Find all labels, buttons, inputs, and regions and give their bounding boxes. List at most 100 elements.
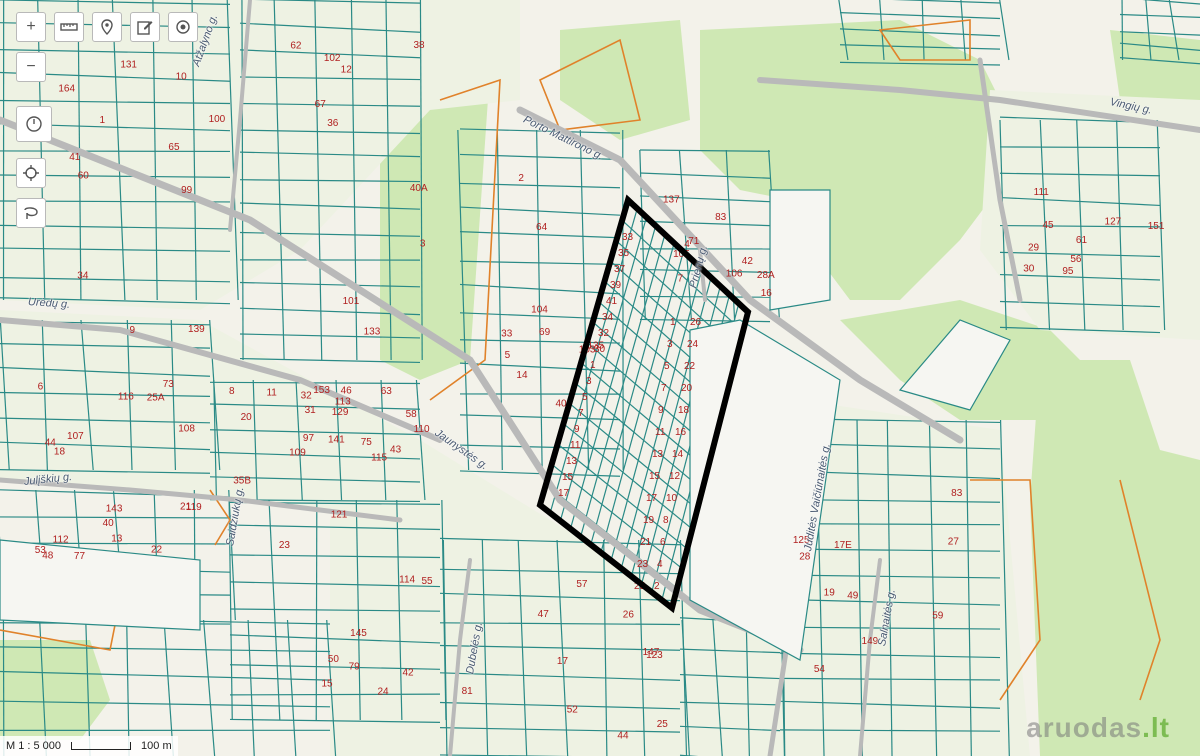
parcel-number-45: 49 — [847, 591, 859, 602]
parcel-number-67: 24 — [377, 686, 389, 697]
parcel-number-80: 57 — [576, 579, 588, 590]
parcel-number-inner-left-3: 39 — [610, 280, 622, 291]
scale-ratio: M 1 : 5 000 — [6, 740, 62, 752]
parcel-number-55: 42 — [402, 667, 414, 678]
map-pin-icon — [101, 19, 113, 35]
parcel-number-58: 111 — [1034, 187, 1050, 198]
parcel-number-inner-right-11: 4 — [657, 559, 663, 570]
parcel-number-52: 25A — [147, 392, 165, 403]
parcel-number-86: 69 — [539, 327, 551, 338]
parcel-number-inner-right-24: 23 — [637, 559, 649, 570]
parcel-number-34: 151 — [1148, 221, 1165, 232]
parcel-number-109: 3 — [420, 239, 426, 250]
parcel-number-32: 147 — [643, 647, 660, 658]
parcel-number-inner-left-4: 41 — [606, 296, 618, 307]
parcel-number-inner-left-15: 15 — [562, 472, 574, 483]
parcel-number-inner-right-3: 20 — [681, 383, 693, 394]
parcel-number-39: 106 — [726, 269, 743, 280]
parcel-number-inner-left-13: 11 — [570, 440, 581, 451]
parcel-number-71: 32 — [301, 390, 313, 401]
parcel-number-85: 67 — [315, 99, 327, 110]
zoom-in-button[interactable]: + — [16, 12, 46, 42]
scale-length: 100 m — [141, 740, 172, 752]
parcel-number-19: 121 — [331, 510, 348, 521]
parcel-number-28: 139 — [188, 324, 205, 335]
parcel-number-42: 112 — [53, 534, 69, 545]
parcel-number-3: 42 — [742, 256, 754, 267]
parcel-number-116: 17 — [557, 656, 569, 667]
parcel-number-47: 43 — [390, 444, 402, 455]
parcel-number-inner-left-6: 32 — [598, 328, 610, 339]
clock-icon — [26, 116, 42, 132]
edit-note-button[interactable] — [130, 12, 160, 42]
gps-locate-button[interactable] — [16, 158, 46, 188]
parcel-number-97: 101 — [343, 296, 360, 307]
parcel-number-inner-left-12: 9 — [574, 424, 580, 435]
parcel-number-inner-left-1: 35 — [618, 248, 630, 259]
parcel-number-100: 107 — [67, 431, 84, 442]
parcel-number-inner-right-22: 19 — [643, 515, 655, 526]
parcel-number-68: 26 — [623, 610, 635, 621]
parcel-number-65: 20 — [241, 412, 253, 423]
parcel-number-inner-left-11: 7 — [578, 408, 584, 419]
parcel-number-inner-left-14: 13 — [566, 456, 578, 467]
parcel-number-104: 25 — [657, 719, 669, 730]
parcel-number-70: 30 — [1023, 263, 1035, 274]
parcel-number-41: 110 — [414, 424, 430, 435]
crosshair-icon — [23, 165, 39, 181]
edit-icon — [137, 21, 153, 35]
map-scale: M 1 : 5 000 100 m — [0, 736, 178, 756]
parcel-number-10: 56 — [1070, 254, 1082, 265]
parcel-number-36: 100 — [209, 114, 226, 125]
parcel-number-89: 75 — [361, 437, 373, 448]
locate-point-button[interactable] — [168, 12, 198, 42]
parcel-number-inner-right-8: 10 — [666, 493, 678, 504]
zoom-out-button[interactable]: − — [16, 52, 46, 82]
parcel-number-9: 54 — [814, 664, 826, 675]
parcel-number-117: 19 — [824, 587, 836, 598]
parcel-number-78: 53 — [35, 545, 47, 556]
parcel-number-inner-right-18: 11 — [655, 427, 666, 438]
parcel-number-13: 62 — [290, 41, 302, 52]
parcel-number-29: 141 — [328, 435, 345, 446]
parcel-number-inner-right-0: 26 — [690, 317, 702, 328]
parcel-number-72: 34 — [77, 270, 89, 281]
parcel-number-50: 33 — [501, 328, 513, 339]
parcel-number-53: 35B — [233, 475, 251, 486]
parcel-number-114: 13 — [111, 534, 123, 545]
parcel-number-77: 8 — [229, 386, 235, 397]
parcel-number-inner-right-2: 22 — [684, 361, 696, 372]
parcel-number-inner-right-9: 8 — [663, 515, 669, 526]
parcel-number-inner-right-17: 9 — [658, 405, 664, 416]
place-marker-button[interactable] — [92, 12, 122, 42]
parcel-number-inner-left-8: 1 — [590, 360, 596, 371]
parcel-number-inner-right-15: 5 — [664, 361, 670, 372]
parcel-number-16: 116 — [118, 392, 134, 403]
parcel-number-106: 29 — [1028, 242, 1040, 253]
parcel-number-17: 115 — [371, 452, 387, 463]
parcel-number-90: 77 — [74, 551, 86, 562]
parcel-number-inner-right-7: 12 — [669, 471, 681, 482]
parcel-number-105: 27 — [948, 536, 960, 547]
parcel-number-40: 108 — [178, 424, 195, 435]
history-button[interactable] — [16, 106, 52, 142]
parcel-number-inner-right-23: 21 — [640, 537, 652, 548]
parcel-number-76: 6 — [38, 381, 44, 392]
parcel-number-64: 18 — [54, 447, 66, 458]
parcel-number-81: 59 — [932, 610, 944, 621]
measure-ruler-button[interactable] — [54, 12, 84, 42]
map-toolbar: + − — [16, 12, 198, 228]
aruodas-watermark: aruodas.lt — [1026, 712, 1170, 743]
parcel-number-inner-right-6: 14 — [672, 449, 684, 460]
parcel-number-101: 109 — [289, 448, 306, 459]
parcel-number-8: 52 — [567, 705, 579, 716]
scale-bar-graphic — [71, 742, 132, 750]
parcel-number-44: 47 — [538, 609, 550, 620]
parcel-number-inner-right-19: 13 — [652, 449, 664, 460]
parcel-number-56: 44 — [617, 731, 629, 742]
parcel-number-23: 129 — [332, 407, 349, 418]
parcel-number-110: 5 — [505, 350, 511, 361]
parcel-number-inner-right-13: 1 — [670, 317, 676, 328]
draw-area-button[interactable] — [16, 198, 46, 228]
parcel-number-49: 40A — [410, 183, 428, 194]
